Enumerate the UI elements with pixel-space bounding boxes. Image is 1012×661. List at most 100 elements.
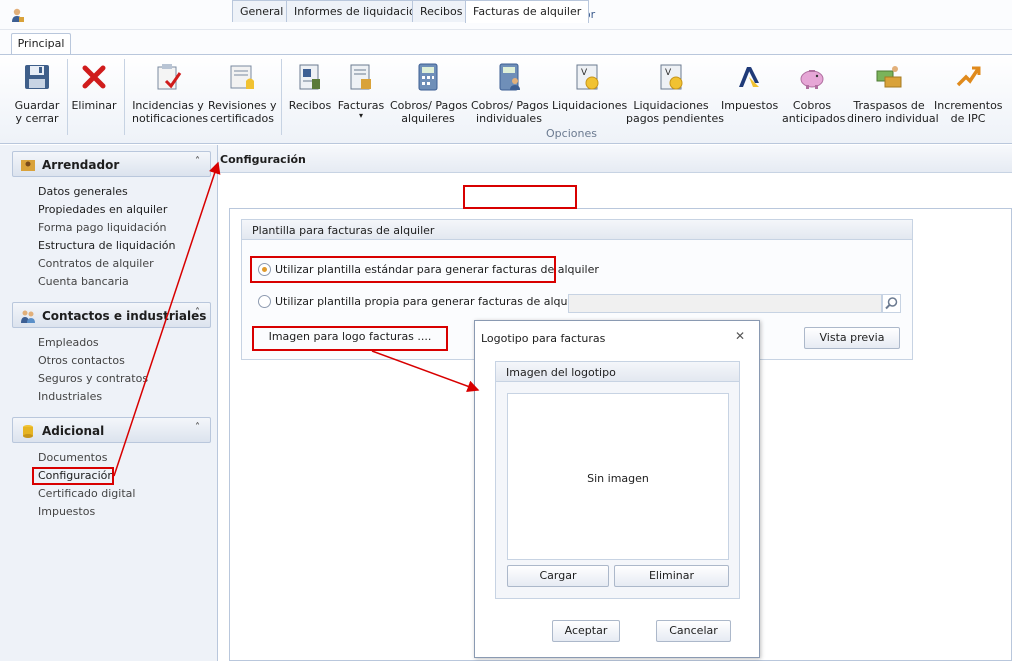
advance-payments-label: Cobros anticipados (782, 99, 846, 125)
group-title: Plantilla para facturas de alquiler (252, 224, 435, 237)
incidents-label: Incidencias y notificaciones (132, 99, 209, 125)
highlight-box (32, 467, 114, 485)
nav-item-documentos[interactable]: Documentos (38, 451, 107, 464)
rent-payments-label: Cobros/ Pagos alquileres (390, 99, 468, 125)
piggy-bank-icon (800, 70, 824, 89)
ribbon-separator (124, 59, 125, 135)
money-transfer-icon (876, 66, 902, 88)
delete-button[interactable]: Eliminar (70, 59, 118, 125)
contacts-icon (21, 310, 35, 323)
nav-item-datos-generales[interactable]: Datos generales (38, 185, 128, 198)
liquidation-pending-icon: V (660, 64, 683, 90)
preview-button[interactable]: Vista previa (804, 327, 900, 349)
taxes-label: Impuestos (721, 99, 779, 112)
page-header: Configuración (218, 145, 1012, 173)
nav-item-certificado[interactable]: Certificado digital (38, 487, 135, 500)
svg-text:V: V (665, 68, 672, 78)
radio-button[interactable] (258, 295, 271, 308)
individual-payments-label: Cobros/ Pagos individuales (471, 99, 549, 125)
chevron-up-icon[interactable]: ˄ (195, 307, 200, 318)
save-and-close-label: Guardar y cerrar (14, 99, 60, 125)
pending-liquidations-label: Liquidaciones pagos pendientes (626, 99, 724, 125)
delete-image-button[interactable]: Eliminar (614, 565, 729, 587)
pending-liquidations-button[interactable]: V Liquidaciones pagos pendientes (626, 59, 724, 125)
receipt-icon (299, 64, 320, 90)
tab-facturas-alquiler[interactable]: Facturas de alquiler (465, 0, 590, 23)
nav-item-impuestos[interactable]: Impuestos (38, 505, 95, 518)
radio-own-label: Utilizar plantilla propia para generar f… (275, 295, 585, 308)
reviews-label: Revisiones y certificados (208, 99, 277, 125)
rent-payments-button[interactable]: Cobros/ Pagos alquileres (390, 59, 468, 125)
nav-item-estructura[interactable]: Estructura de liquidación (38, 239, 175, 252)
chevron-down-icon: ▾ (358, 111, 363, 120)
receipts-button[interactable]: Recibos (288, 59, 332, 125)
nav-item-contratos[interactable]: Contratos de alquiler (38, 257, 154, 270)
cancel-button[interactable]: Cancelar (656, 620, 731, 642)
group-header: Plantilla para facturas de alquiler (242, 220, 912, 240)
ribbon-separator (67, 59, 68, 135)
nav-item-empleados[interactable]: Empleados (38, 336, 99, 349)
reviews-button[interactable]: Revisiones y certificados (208, 59, 276, 125)
ipc-increase-label: Incrementos de IPC (934, 99, 1003, 125)
liquidations-button[interactable]: V Liquidaciones (552, 59, 628, 125)
floppy-disk-icon (25, 65, 49, 89)
nav-item-cuenta-bancaria[interactable]: Cuenta bancaria (38, 275, 129, 288)
chevron-up-icon[interactable]: ˄ (195, 156, 200, 167)
taxes-button[interactable]: Impuestos (721, 59, 779, 125)
individual-payments-button[interactable]: Cobros/ Pagos individuales (471, 59, 549, 125)
save-and-close-button[interactable]: Guardar y cerrar (10, 59, 64, 125)
nav-section-arrendador[interactable]: Arrendador ˄ (12, 151, 211, 177)
ipc-increase-button[interactable]: Incrementos de IPC (934, 59, 1003, 125)
invoices-button[interactable]: Facturas ▾ (337, 59, 385, 125)
ribbon: Guardar y cerrar Eliminar Incidencias y … (0, 54, 1012, 144)
browse-button[interactable] (882, 294, 901, 313)
group-title: Imagen del logotipo (506, 366, 616, 379)
logo-dialog: Logotipo para facturas ✕ Imagen del logo… (474, 320, 760, 658)
clipboard-check-icon (157, 64, 182, 90)
nav-section-title: Adicional (42, 424, 105, 438)
receipts-label: Recibos (288, 99, 332, 112)
nav-item-propiedades[interactable]: Propiedades en alquiler (38, 203, 167, 216)
ribbon-tab-strip: Principal (0, 30, 1012, 55)
tax-agency-logo-icon (739, 67, 759, 87)
delete-label: Eliminar (71, 99, 117, 112)
ribbon-separator (281, 59, 282, 135)
nav-item-forma-pago[interactable]: Forma pago liquidación (38, 221, 167, 234)
highlight-box (252, 326, 448, 351)
nav-item-industriales[interactable]: Industriales (38, 390, 102, 403)
page-title: Configuración (220, 153, 306, 166)
close-icon[interactable]: ✕ (735, 329, 745, 343)
template-path-field[interactable] (568, 294, 882, 313)
liquidation-seal-icon: V (576, 64, 599, 90)
red-x-icon (82, 65, 106, 89)
calculator-person-icon (499, 63, 520, 91)
logo-image-preview: Sin imagen (507, 393, 729, 560)
nav-section-title: Contactos e industriales (42, 309, 207, 323)
logo-image-group: Imagen del logotipo Sin imagen Cargar El… (495, 361, 740, 599)
no-image-text: Sin imagen (587, 472, 649, 485)
ribbon-tab-principal[interactable]: Principal (11, 33, 71, 55)
nav-section-title: Arrendador (42, 158, 120, 172)
radio-own-template[interactable]: Utilizar plantilla propia para generar f… (258, 295, 585, 309)
tab-recibos[interactable]: Recibos (412, 0, 471, 22)
chevron-up-icon[interactable]: ˄ (195, 422, 200, 433)
nav-section-contactos[interactable]: Contactos e industriales ˄ (12, 302, 211, 328)
svg-text:V: V (581, 68, 588, 78)
liquidations-label: Liquidaciones (552, 99, 628, 112)
nav-section-adicional[interactable]: Adicional ˄ (12, 417, 211, 443)
tab-general[interactable]: General (232, 0, 292, 22)
nav-item-seguros[interactable]: Seguros y contratos (38, 372, 148, 385)
load-button[interactable]: Cargar (507, 565, 609, 587)
group-header: Imagen del logotipo (496, 362, 739, 382)
dialog-title: Logotipo para facturas (481, 332, 606, 345)
money-transfer-button[interactable]: Traspasos de dinero individual (847, 59, 939, 125)
nav-item-otros-contactos[interactable]: Otros contactos (38, 354, 125, 367)
database-icon (23, 425, 33, 438)
money-transfer-label: Traspasos de dinero individual (847, 99, 939, 125)
incidents-button[interactable]: Incidencias y notificaciones (132, 59, 209, 125)
ribbon-group-label: Opciones (546, 127, 597, 140)
ipc-increase-icon (956, 66, 981, 87)
advance-payments-button[interactable]: Cobros anticipados (782, 59, 846, 125)
accept-button[interactable]: Aceptar (552, 620, 620, 642)
tab-informes-liquidacion[interactable]: Informes de liquidación (286, 0, 431, 22)
